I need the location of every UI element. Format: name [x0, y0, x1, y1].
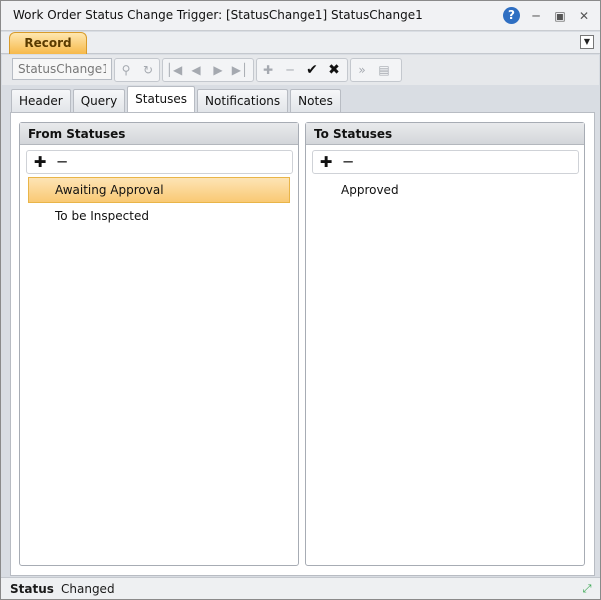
from-statuses-toolbar: ✚ ─	[26, 150, 293, 174]
to-statuses-list: Approved	[314, 177, 576, 203]
from-statuses-panel: From Statuses ✚ ─ Awaiting Approval To b…	[19, 122, 299, 566]
add-icon[interactable]: ✚	[257, 59, 279, 81]
status-label: Status	[10, 582, 54, 596]
title-bar: Work Order Status Change Trigger: [Statu…	[1, 1, 600, 31]
navigation-tool-group: │◀ ◀ ▶ ▶│	[162, 58, 254, 82]
cancel-icon[interactable]: ✖	[323, 59, 345, 81]
tab-query[interactable]: Query	[72, 89, 126, 112]
statuses-content: From Statuses ✚ ─ Awaiting Approval To b…	[10, 112, 595, 576]
remove-icon[interactable]: ─	[341, 155, 355, 170]
add-icon[interactable]: ✚	[33, 155, 47, 170]
confirm-icon[interactable]: ✔	[301, 59, 323, 81]
window-title: Work Order Status Change Trigger: [Statu…	[13, 8, 423, 22]
list-item[interactable]: Awaiting Approval	[28, 177, 290, 203]
refresh-icon[interactable]: ↻	[137, 59, 159, 81]
to-statuses-panel: To Statuses ✚ ─ Approved	[305, 122, 585, 566]
next-record-icon[interactable]: ▶	[207, 59, 229, 81]
to-statuses-title: To Statuses	[306, 123, 584, 145]
chevron-down-icon[interactable]: ▼	[580, 35, 594, 49]
section-tabs: Header Query Statuses Notifications Note…	[11, 86, 341, 112]
search-input[interactable]	[12, 58, 112, 80]
status-value: Changed	[61, 582, 115, 596]
minimize-icon[interactable]: ─	[528, 8, 544, 24]
from-statuses-list: Awaiting Approval To be Inspected	[28, 177, 290, 229]
tab-statuses[interactable]: Statuses	[127, 86, 196, 112]
notes-icon[interactable]: ▤	[373, 59, 395, 81]
remove-icon[interactable]: ─	[55, 155, 69, 170]
help-icon[interactable]: ?	[503, 7, 520, 24]
record-tabstrip: Record ▼	[1, 32, 600, 54]
expand-icon[interactable]: ⤢	[579, 581, 595, 597]
search-tool-group: ⚲ ↻	[114, 58, 160, 82]
first-record-icon[interactable]: │◀	[163, 59, 185, 81]
toolbar: ⚲ ↻ │◀ ◀ ▶ ▶│ ✚ ─ ✔ ✖ » ▤	[2, 55, 599, 85]
tab-notifications[interactable]: Notifications	[197, 89, 289, 112]
search-icon[interactable]: ⚲	[115, 59, 137, 81]
fast-forward-icon[interactable]: »	[351, 59, 373, 81]
tab-notes[interactable]: Notes	[290, 89, 341, 112]
list-item[interactable]: Approved	[314, 177, 576, 203]
edit-tool-group: ✚ ─ ✔ ✖	[256, 58, 348, 82]
remove-icon[interactable]: ─	[279, 59, 301, 81]
status-bar: Status Changed ⤢	[1, 577, 600, 599]
from-statuses-title: From Statuses	[20, 123, 298, 145]
last-record-icon[interactable]: ▶│	[229, 59, 251, 81]
window: Work Order Status Change Trigger: [Statu…	[0, 0, 601, 600]
to-statuses-toolbar: ✚ ─	[312, 150, 579, 174]
add-icon[interactable]: ✚	[319, 155, 333, 170]
tab-header[interactable]: Header	[11, 89, 71, 112]
window-controls: ? ─ ▣ ✕	[503, 7, 592, 24]
extra-tool-group: » ▤	[350, 58, 402, 82]
previous-record-icon[interactable]: ◀	[185, 59, 207, 81]
list-item[interactable]: To be Inspected	[28, 203, 290, 229]
close-icon[interactable]: ✕	[576, 8, 592, 24]
record-tab[interactable]: Record	[9, 32, 87, 54]
maximize-icon[interactable]: ▣	[552, 8, 568, 24]
